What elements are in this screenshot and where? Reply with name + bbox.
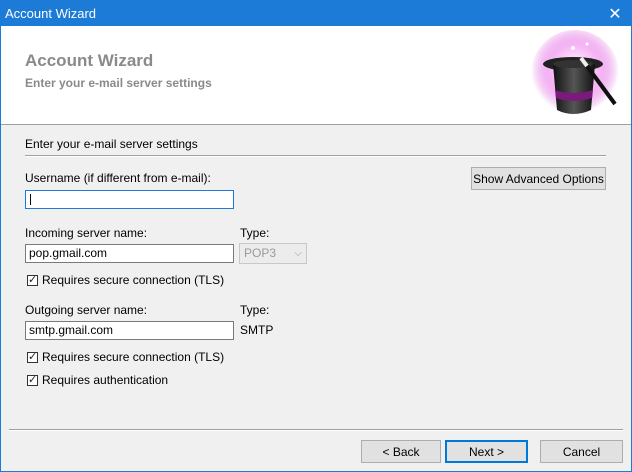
header-subtitle: Enter your e-mail server settings: [25, 76, 212, 90]
outgoing-tls-label: Requires secure connection (TLS): [42, 350, 225, 364]
checkbox-box[interactable]: ✓: [27, 350, 38, 363]
incoming-type-label: Type:: [240, 226, 270, 240]
footer-divider: [9, 429, 623, 431]
section-title: Enter your e-mail server settings: [25, 137, 198, 151]
cancel-button[interactable]: Cancel: [540, 440, 623, 463]
checkmark-icon: ✓: [28, 350, 38, 363]
back-button[interactable]: < Back: [361, 440, 441, 463]
incoming-type-select: POP3 ⌵: [239, 243, 307, 264]
wizard-header: Account Wizard Enter your e-mail server …: [1, 26, 631, 125]
text-caret: [30, 194, 31, 205]
header-title: Account Wizard: [25, 51, 154, 70]
show-advanced-options-button[interactable]: Show Advanced Options: [471, 167, 606, 190]
outgoing-server-input[interactable]: smtp.gmail.com: [25, 321, 234, 340]
close-icon[interactable]: ✕: [599, 1, 631, 26]
incoming-tls-label: Requires secure connection (TLS): [42, 273, 225, 287]
section-divider: [25, 155, 606, 157]
outgoing-tls-checkbox[interactable]: ✓ Requires secure connection (TLS): [27, 350, 224, 364]
outgoing-server-value: smtp.gmail.com: [29, 323, 114, 337]
next-button[interactable]: Next >: [445, 440, 528, 463]
outgoing-type-value: SMTP: [240, 323, 274, 337]
checkmark-icon: ✓: [28, 273, 38, 286]
incoming-server-value: pop.gmail.com: [29, 246, 108, 260]
account-wizard-window: Account Wizard ✕ Account Wizard Enter yo…: [0, 0, 632, 472]
chevron-down-icon: ⌵: [294, 248, 302, 259]
incoming-type-value: POP3: [244, 246, 277, 260]
requires-authentication-label: Requires authentication: [42, 373, 169, 387]
checkbox-box[interactable]: ✓: [27, 273, 38, 286]
window-title: Account Wizard: [5, 6, 97, 21]
title-bar: Account Wizard ✕: [1, 1, 631, 26]
checkmark-icon: ✓: [28, 373, 38, 386]
username-input[interactable]: [25, 190, 234, 209]
checkbox-box[interactable]: ✓: [27, 373, 38, 386]
incoming-tls-checkbox[interactable]: ✓ Requires secure connection (TLS): [27, 273, 224, 287]
requires-authentication-checkbox[interactable]: ✓ Requires authentication: [27, 373, 168, 387]
wizard-hat-icon: [531, 30, 619, 118]
outgoing-server-label: Outgoing server name:: [25, 303, 148, 317]
incoming-server-label: Incoming server name:: [25, 226, 148, 240]
username-label: Username (if different from e-mail):: [25, 171, 211, 185]
incoming-server-input[interactable]: pop.gmail.com: [25, 244, 234, 263]
outgoing-type-label: Type:: [240, 303, 270, 317]
